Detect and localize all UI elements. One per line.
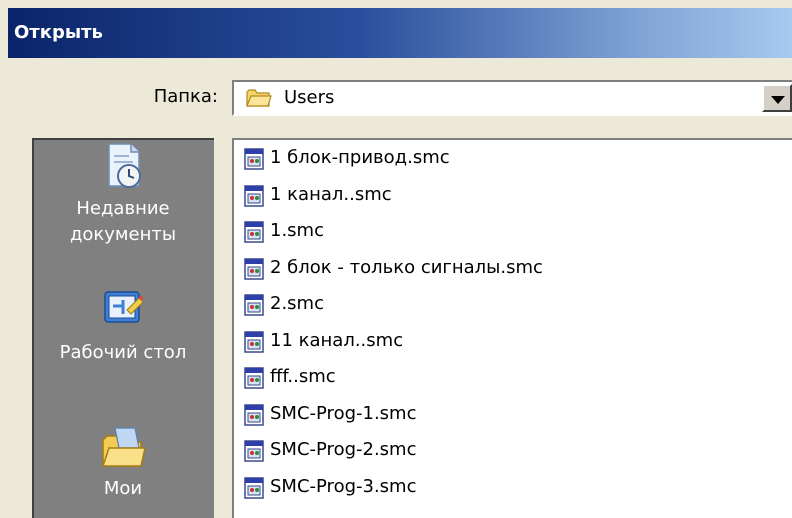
open-dialog: Открыть Папка: Users Недавние документы xyxy=(0,0,792,518)
places-bar: Недавние документы Рабочий стол Мои xyxy=(32,138,214,518)
place-desktop[interactable]: Рабочий стол xyxy=(34,286,212,366)
dialog-title: Открыть xyxy=(14,22,103,43)
smc-file-icon xyxy=(244,294,264,316)
chevron-down-icon[interactable] xyxy=(762,84,792,112)
folder-icon xyxy=(246,89,272,107)
desktop-icon xyxy=(104,291,144,323)
file-name: fff..smc xyxy=(270,366,336,387)
place-my-documents[interactable]: Мои xyxy=(34,422,212,502)
smc-file-icon xyxy=(244,184,264,207)
title-bar[interactable]: Открыть xyxy=(8,8,792,58)
smc-file-icon xyxy=(244,257,264,280)
smc-file-icon xyxy=(244,148,264,170)
file-name: 11 канал..smc xyxy=(270,329,404,351)
smc-file-icon xyxy=(244,367,264,389)
file-name: 1 канал..smc xyxy=(270,183,392,205)
smc-file-icon xyxy=(244,330,264,353)
file-name: 1 блок-привод.smc xyxy=(270,147,450,168)
file-name: SMC-Prog-3.smc xyxy=(270,475,417,497)
place-label: документы xyxy=(69,224,177,245)
file-name: 1.smc xyxy=(270,220,324,241)
smc-file-icon xyxy=(244,476,264,499)
place-label: Рабочий стол xyxy=(59,342,187,363)
folder-combobox[interactable]: Users xyxy=(232,80,792,116)
folder-label: Папка: xyxy=(153,86,218,107)
file-list[interactable]: 1 блок-привод.smc 1 канал..smc 1.smc 2 блок… xyxy=(232,138,792,518)
place-label: Мои xyxy=(103,478,143,499)
file-name: 2 блок - только сигналы.smc xyxy=(270,256,543,278)
smc-file-icon xyxy=(244,440,264,462)
place-label: Недавние xyxy=(76,198,170,219)
file-name: SMC-Prog-1.smc xyxy=(270,402,417,424)
recent-documents-icon xyxy=(108,143,141,188)
smc-file-icon xyxy=(244,221,264,243)
file-name: SMC-Prog-2.smc xyxy=(270,439,417,460)
smc-file-icon xyxy=(244,403,264,426)
file-name: 2.smc xyxy=(270,293,324,314)
place-recent-documents[interactable]: Недавние документы xyxy=(34,140,212,248)
my-documents-icon xyxy=(101,427,146,467)
folder-value: Users xyxy=(284,87,335,108)
